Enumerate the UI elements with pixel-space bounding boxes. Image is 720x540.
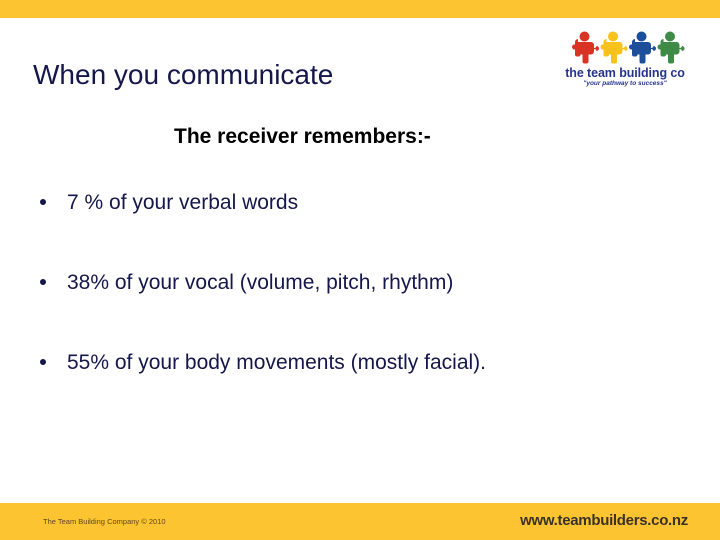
footer-copyright: The Team Building Company © 2010	[43, 517, 166, 526]
logo-tagline: "your pathway to success"	[583, 80, 667, 87]
logo-company-name: the team building co	[565, 66, 685, 80]
footer-website[interactable]: www.teambuilders.co.nz	[520, 512, 688, 530]
slide-title: When you communicate	[33, 59, 334, 90]
slide-subtitle: The receiver remembers:-	[174, 125, 431, 148]
list-item-label: 55% of your body movements (mostly facia…	[67, 351, 486, 374]
top-accent-band	[0, 0, 720, 18]
bullet-list: 7 % of your verbal words 38% of your voc…	[36, 190, 686, 430]
list-item-label: 7 % of your verbal words	[67, 191, 299, 214]
company-logo: the team building co "your pathway to su…	[560, 30, 690, 92]
presentation-slide: the team building co "your pathway to su…	[0, 0, 720, 540]
team-puzzle-people-icon	[571, 31, 685, 64]
list-item: 7 % of your verbal words	[36, 190, 686, 270]
list-item: 38% of your vocal (volume, pitch, rhythm…	[36, 270, 686, 350]
bullet-dot-icon	[40, 199, 46, 205]
list-item: 55% of your body movements (mostly facia…	[36, 350, 686, 430]
bullet-dot-icon	[40, 359, 46, 365]
list-item-label: 38% of your vocal (volume, pitch, rhythm…	[67, 271, 454, 294]
bullet-dot-icon	[40, 279, 46, 285]
